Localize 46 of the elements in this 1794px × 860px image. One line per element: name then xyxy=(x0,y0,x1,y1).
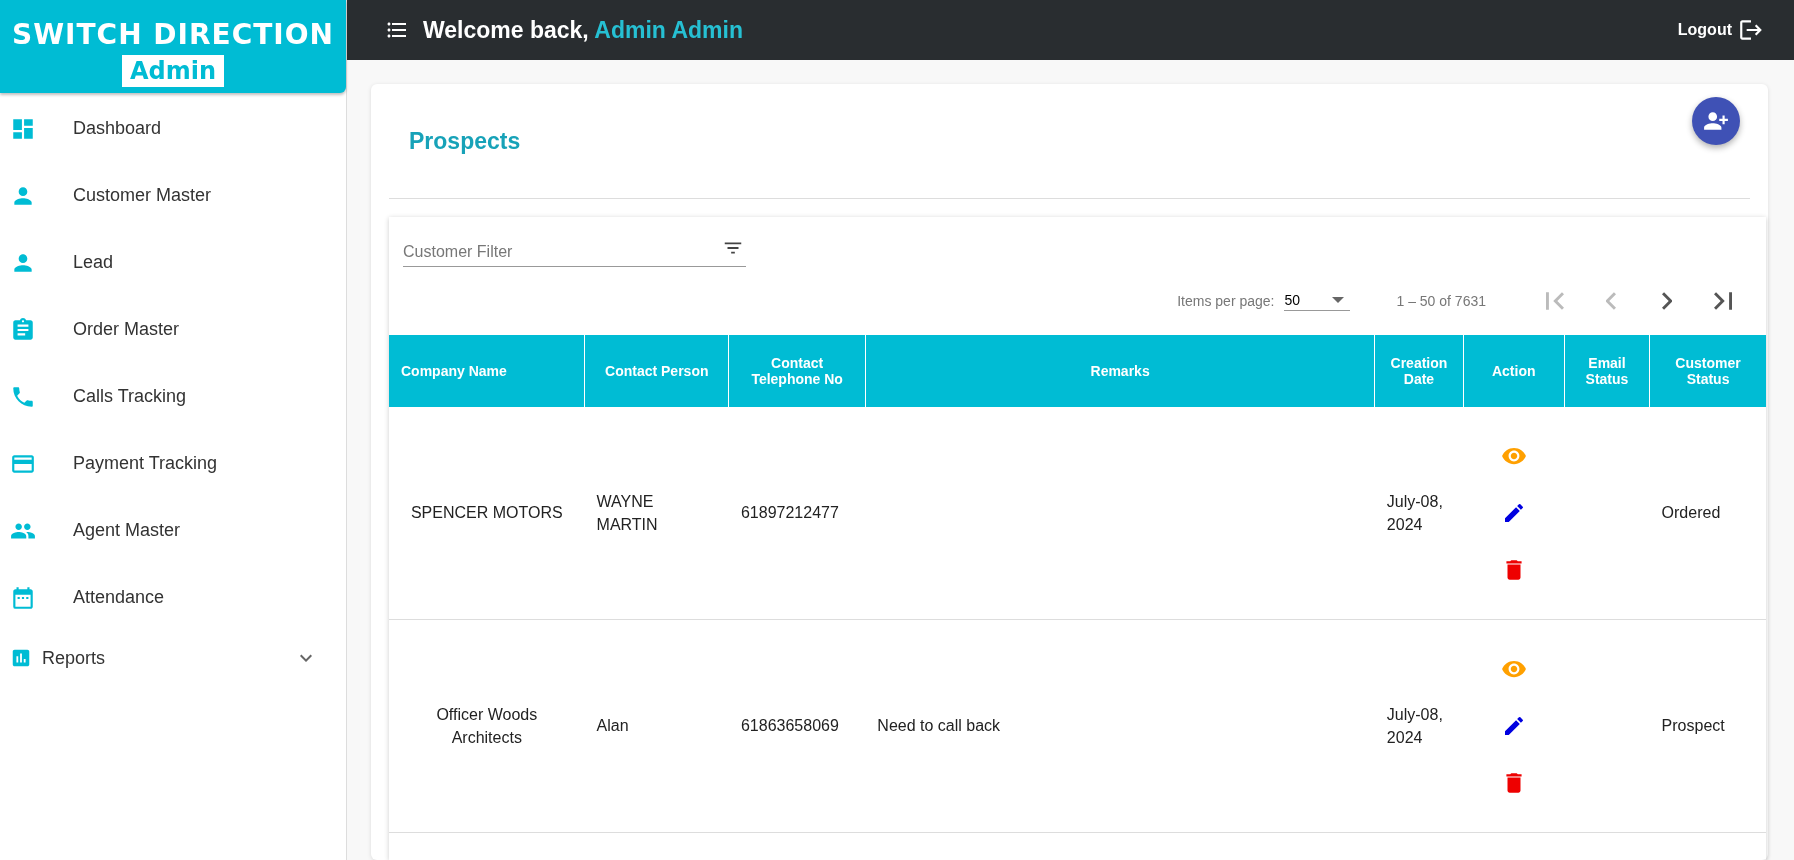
sidebar-item[interactable]: Lead xyxy=(0,229,346,296)
column-header: Customer Status xyxy=(1649,335,1766,407)
column-header: Contact Person xyxy=(584,335,729,407)
page-size-select[interactable]: 50 xyxy=(1284,291,1351,311)
logout-icon xyxy=(1738,17,1764,43)
previous-page-icon xyxy=(1606,292,1616,310)
column-header: Creation Date xyxy=(1374,335,1464,407)
sidebar-item[interactable]: Reports xyxy=(0,631,346,685)
sidebar-item[interactable]: Calls Tracking xyxy=(0,363,346,430)
table-cell: 61897212477 xyxy=(728,407,866,620)
column-header: Action xyxy=(1463,335,1565,407)
table-cell: Prospect xyxy=(1649,619,1766,833)
logo-subtitle: Admin xyxy=(121,55,225,87)
column-header: Contact Telephone No xyxy=(728,335,866,407)
sidebar-item[interactable]: Customer Master xyxy=(0,162,346,229)
column-header: Remarks xyxy=(865,335,1375,407)
table-cell: Officer Woods Architects xyxy=(389,619,585,833)
last-page-icon xyxy=(1714,292,1732,310)
sidebar-item[interactable]: Attendance xyxy=(0,564,346,631)
table-cell: Need to call back xyxy=(865,619,1375,833)
table-cell: July-08, 2024 xyxy=(1374,407,1464,620)
add-person-button[interactable] xyxy=(1692,97,1740,145)
bar-chart-icon xyxy=(10,647,32,669)
column-header: Company Name xyxy=(389,335,585,407)
page-range: 1 – 50 of 7631 xyxy=(1396,293,1486,309)
sidebar-item[interactable]: Agent Master xyxy=(0,497,346,564)
welcome-text: Welcome back, Admin Admin xyxy=(423,16,744,44)
table-cell: WAYNE MARTIN xyxy=(584,407,729,620)
sidebar-item[interactable]: Payment Tracking xyxy=(0,430,346,497)
next-page-icon xyxy=(1662,292,1672,310)
dropdown-arrow-icon xyxy=(1332,296,1345,303)
sidebar-item[interactable]: Dashboard xyxy=(0,95,346,162)
table-cell: 61863658069 xyxy=(728,619,866,833)
sidebar-item[interactable]: Order Master xyxy=(0,296,346,363)
page-title: Prospects xyxy=(409,127,521,155)
table-cell: Ordered xyxy=(1649,407,1766,620)
first-page-icon xyxy=(1546,292,1564,310)
column-header: Email Status xyxy=(1564,335,1650,407)
clipboard-icon xyxy=(10,316,36,343)
items-per-page-label: Items per page: xyxy=(1177,293,1275,309)
logo-title: SWITCH DIRECTION xyxy=(12,18,334,51)
calendar-icon xyxy=(10,584,36,611)
logout-button[interactable]: Logout xyxy=(1671,16,1770,44)
table-cell: SPENCER MOTORS xyxy=(389,407,585,620)
table-cell: July-08, 2024 xyxy=(1374,619,1464,833)
table-cell: Alan xyxy=(584,619,729,833)
